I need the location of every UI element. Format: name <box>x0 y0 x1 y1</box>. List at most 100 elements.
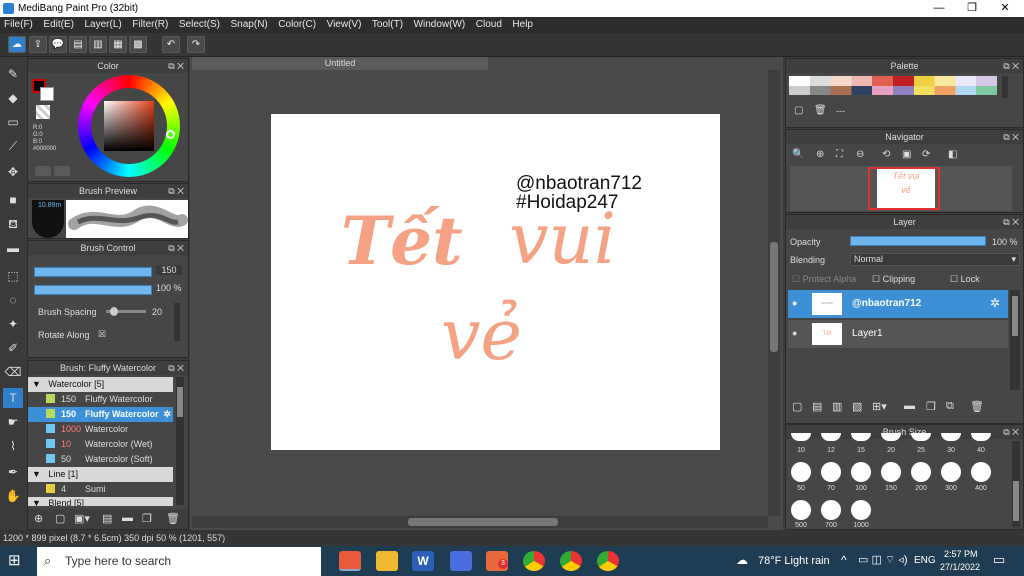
close-button[interactable]: ✕ <box>988 0 1022 17</box>
menu-window[interactable]: Window(W) <box>410 17 470 33</box>
brush-list-scrollbar[interactable] <box>176 377 184 505</box>
zoom-app-icon[interactable] <box>450 551 472 571</box>
brush-control-scrollbar[interactable] <box>174 303 180 341</box>
gear-icon[interactable]: ✲ <box>990 296 1000 310</box>
brush-size-option[interactable]: 700 <box>816 522 846 529</box>
zoom-out-icon[interactable]: ⊖ <box>856 149 864 160</box>
eraser-tool-icon[interactable]: ◆ <box>3 88 23 108</box>
trash-icon[interactable]: 🗑 <box>166 512 180 525</box>
brush-size-option[interactable]: 500 <box>786 522 816 529</box>
brush-item[interactable]: 150 Fluffy Watercolor <box>28 392 173 407</box>
brush-item[interactable]: 10 Watercolor (Wet) <box>28 437 173 452</box>
panel-close-icon[interactable]: ⧉ ✕ <box>168 59 184 73</box>
brush-size-option[interactable]: 15 <box>846 447 876 454</box>
panel-close-icon[interactable]: ⧉ ✕ <box>168 361 184 375</box>
panel-close-icon[interactable]: ⧉ ✕ <box>1003 425 1019 439</box>
hue-wheel[interactable] <box>78 75 180 177</box>
palette-add-icon[interactable]: ▢ <box>794 105 803 116</box>
lasso-tool-icon[interactable]: ◌ <box>3 290 23 310</box>
document-icon[interactable]: ▥ <box>89 36 107 53</box>
brush-tool-icon[interactable]: ✎ <box>3 64 23 84</box>
upload-icon[interactable]: ⇪ <box>29 36 47 53</box>
language-indicator[interactable]: ENG <box>914 555 936 566</box>
brush-item[interactable]: 1000 Watercolor <box>28 422 173 437</box>
panels-icon[interactable]: ▦ <box>109 36 127 53</box>
panel-close-icon[interactable]: ⧉ ✕ <box>1003 215 1019 229</box>
rect-tool-icon[interactable]: ▭ <box>3 112 23 132</box>
line-tool-icon[interactable]: ⟋ <box>3 136 23 156</box>
brush-size-value[interactable]: 150 <box>156 265 182 275</box>
brush-size-option[interactable]: 12 <box>816 447 846 454</box>
duplicate-icon[interactable]: ❐ <box>142 512 152 525</box>
gradient-tool-icon[interactable]: ▬ <box>3 238 23 258</box>
message-icon[interactable]: ▤ <box>69 36 87 53</box>
brush-size-option[interactable]: 10 <box>786 447 816 454</box>
layer-row[interactable]: ● Tết Layer1 <box>788 320 1008 348</box>
brush-size-option[interactable]: 300 <box>936 485 966 492</box>
color-mode-icon[interactable] <box>35 166 51 176</box>
grid-icon[interactable]: ▩ <box>129 36 147 53</box>
new-halftone-icon[interactable]: ▧ <box>852 400 862 413</box>
minimize-button[interactable]: — <box>922 0 956 17</box>
menu-help[interactable]: Help <box>508 17 537 33</box>
brush-group-line[interactable]: ▼ Line [1] <box>28 467 173 482</box>
brush-item-selected[interactable]: 150 Fluffy Watercolor ✲ <box>28 407 173 422</box>
panel-close-icon[interactable]: ⧉ ✕ <box>168 184 184 198</box>
windows-start-icon[interactable]: ⊞ <box>8 551 28 571</box>
layer-folder-icon[interactable]: ▬ <box>904 400 915 412</box>
cloud-icon[interactable]: ☁ <box>8 36 26 53</box>
lock-checkbox[interactable]: ☐ Lock <box>950 274 980 285</box>
clock-date[interactable]: 27/1/2022 <box>940 562 980 572</box>
horizontal-scrollbar[interactable] <box>192 516 768 528</box>
layer-opacity-slider[interactable] <box>850 236 986 246</box>
palette-scrollbar[interactable] <box>1002 76 1008 98</box>
saturation-value-square[interactable] <box>104 101 154 151</box>
menu-cloud[interactable]: Cloud <box>472 17 506 33</box>
brush-size-option[interactable]: 100 <box>846 485 876 492</box>
brush-menu-icon[interactable]: ▣▾ <box>74 512 90 525</box>
color-history-icon[interactable] <box>54 166 70 176</box>
menu-snap[interactable]: Snap(N) <box>227 17 272 33</box>
mail-icon[interactable]: 3 <box>486 551 508 571</box>
redo-icon[interactable]: ↷ <box>187 36 205 53</box>
comment-icon[interactable]: 💬 <box>49 36 67 53</box>
vertical-scrollbar[interactable] <box>768 70 780 516</box>
pen-tool-icon[interactable]: ✒ <box>3 462 23 482</box>
brush-item[interactable]: 50 Watercolor (Soft) <box>28 452 173 467</box>
brush-size-option[interactable]: 40 <box>966 447 996 454</box>
brush-group-blend[interactable]: ▼ Blend [5] <box>28 497 173 506</box>
rotate-right-icon[interactable]: ⟳ <box>922 149 930 160</box>
brush-group-watercolor[interactable]: ▼ Watercolor [5] <box>28 377 173 392</box>
select-eraser-icon[interactable]: ⌫ <box>3 362 23 382</box>
hue-handle[interactable] <box>166 130 175 139</box>
chevron-up-icon[interactable]: ^ <box>841 553 847 567</box>
folder-icon[interactable]: ▬ <box>122 512 133 524</box>
transparent-swatch[interactable] <box>36 105 50 119</box>
menu-tool[interactable]: Tool(T) <box>368 17 407 33</box>
duplicate-layer-icon[interactable]: ❐ <box>926 400 936 413</box>
hand-tool-icon[interactable]: ✋ <box>3 486 23 506</box>
layer-row-selected[interactable]: ● ~~~~ @nbaotran712 ✲ <box>788 290 1008 318</box>
menu-edit[interactable]: Edit(E) <box>39 17 78 33</box>
blending-select[interactable]: Normal ▾ <box>850 253 1020 266</box>
menu-layer[interactable]: Layer(L) <box>80 17 125 33</box>
new-layer-8bit-icon[interactable]: ▤ <box>812 400 822 413</box>
panel-close-icon[interactable]: ⧉ ✕ <box>168 241 184 255</box>
document-tab[interactable]: Untitled <box>192 57 488 70</box>
weather-icon[interactable]: ☁ <box>736 553 748 567</box>
brush-spacing-slider[interactable] <box>106 307 146 316</box>
protect-alpha-checkbox[interactable]: ☐ Protect Alpha <box>792 274 856 285</box>
rotate-left-icon[interactable]: ⟲ <box>882 149 890 160</box>
panel-close-icon[interactable]: ⧉ ✕ <box>1003 59 1019 73</box>
notifications-icon[interactable]: ▭ <box>993 552 1005 568</box>
file-explorer-icon[interactable] <box>376 551 398 571</box>
add-brush-icon[interactable]: ⊕ <box>34 512 43 525</box>
layer-name[interactable]: @nbaotran712 <box>852 298 921 309</box>
select-pen-icon[interactable]: ✐ <box>3 338 23 358</box>
maximize-button[interactable]: ❐ <box>955 0 989 17</box>
operation-tool-icon[interactable]: ☛ <box>3 412 23 432</box>
word-icon[interactable]: W <box>412 551 434 571</box>
palette-delete-icon[interactable]: 🗑 <box>814 105 827 116</box>
bucket-tool-icon[interactable]: ⛾ <box>3 214 23 234</box>
move-tool-icon[interactable]: ✥ <box>3 162 23 182</box>
